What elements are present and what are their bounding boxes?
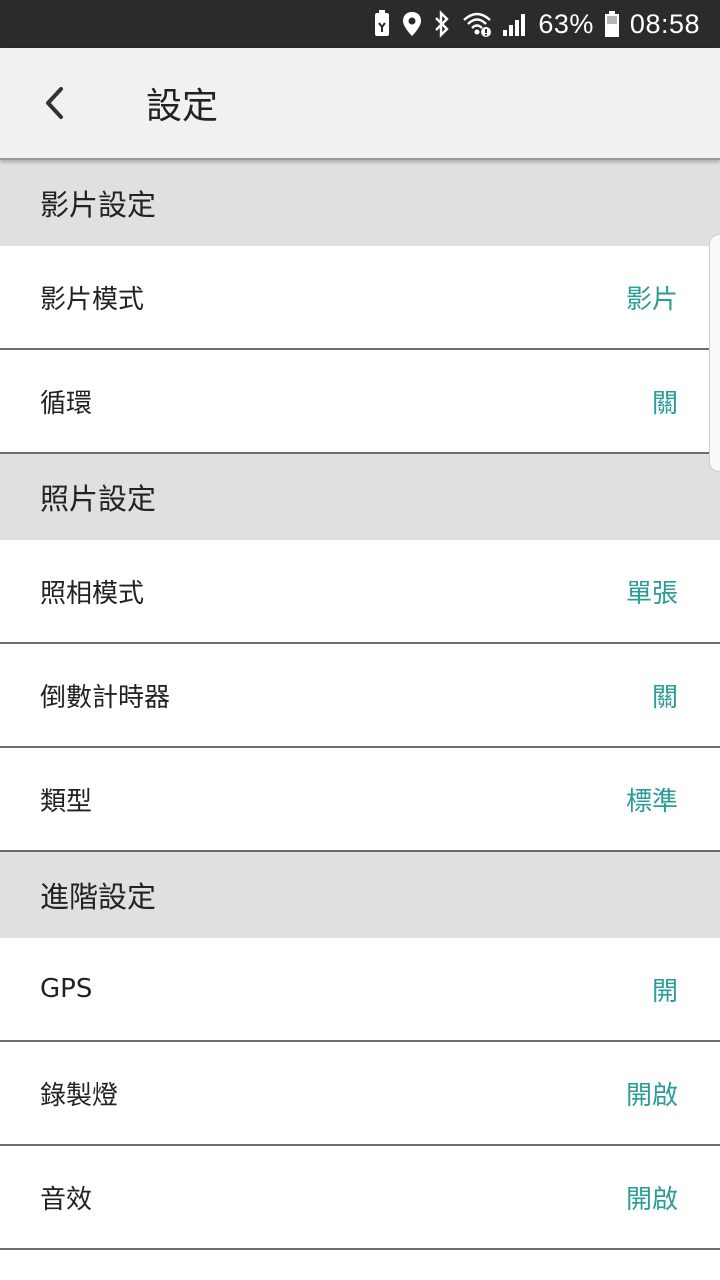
setting-value: 影片 bbox=[625, 284, 678, 315]
setting-row-video-mode[interactable]: 影片模式 影片 bbox=[0, 246, 720, 350]
setting-value: 開啟 bbox=[625, 1184, 678, 1215]
section-header-advanced: 進階設定 bbox=[0, 852, 720, 938]
setting-row-loop[interactable]: 循環 關 bbox=[0, 350, 720, 454]
setting-value: 標準 bbox=[625, 786, 678, 817]
setting-row-photo-mode[interactable]: 照相模式 單張 bbox=[0, 540, 720, 644]
setting-row-sound-effect[interactable]: 音效 開啟 bbox=[0, 1146, 720, 1250]
battery-saver-icon bbox=[372, 10, 392, 38]
section-header-video: 影片設定 bbox=[0, 160, 720, 246]
setting-row-gps[interactable]: GPS 開 bbox=[0, 938, 720, 1042]
setting-label: GPS bbox=[40, 974, 93, 1004]
page-title: 設定 bbox=[146, 86, 219, 127]
setting-label: 類型 bbox=[40, 786, 93, 817]
app-bar: 設定 bbox=[0, 47, 720, 472]
setting-value: 關 bbox=[651, 682, 678, 713]
setting-value: 單張 bbox=[625, 578, 678, 609]
back-button[interactable] bbox=[0, 47, 110, 159]
setting-label: 倒數計時器 bbox=[40, 682, 171, 713]
setting-value: 開啟 bbox=[625, 1080, 678, 1111]
section-header-photo: 照片設定 bbox=[0, 454, 720, 540]
setting-label: 影片模式 bbox=[40, 284, 145, 315]
setting-row-recording-light[interactable]: 錄製燈 開啟 bbox=[0, 1042, 720, 1146]
chevron-left-icon bbox=[46, 87, 63, 119]
wifi-icon bbox=[462, 10, 492, 38]
scroll-handle[interactable] bbox=[709, 234, 720, 472]
status-bar: 63% 08:58 bbox=[0, 0, 720, 48]
setting-label: 循環 bbox=[40, 388, 93, 419]
setting-value: 開 bbox=[651, 976, 678, 1007]
setting-row-type[interactable]: 類型 標準 bbox=[0, 748, 720, 852]
location-icon bbox=[402, 10, 422, 38]
clock: 08:58 bbox=[629, 8, 700, 39]
setting-row-countdown-timer[interactable]: 倒數計時器 關 bbox=[0, 644, 720, 748]
signal-icon bbox=[502, 10, 528, 38]
battery-icon bbox=[604, 10, 620, 38]
bluetooth-icon bbox=[432, 10, 452, 38]
setting-value: 關 bbox=[651, 388, 678, 419]
setting-label: 錄製燈 bbox=[40, 1080, 119, 1111]
battery-percent: 63% bbox=[538, 8, 594, 39]
setting-label: 照相模式 bbox=[40, 578, 145, 609]
setting-label: 音效 bbox=[40, 1184, 93, 1215]
